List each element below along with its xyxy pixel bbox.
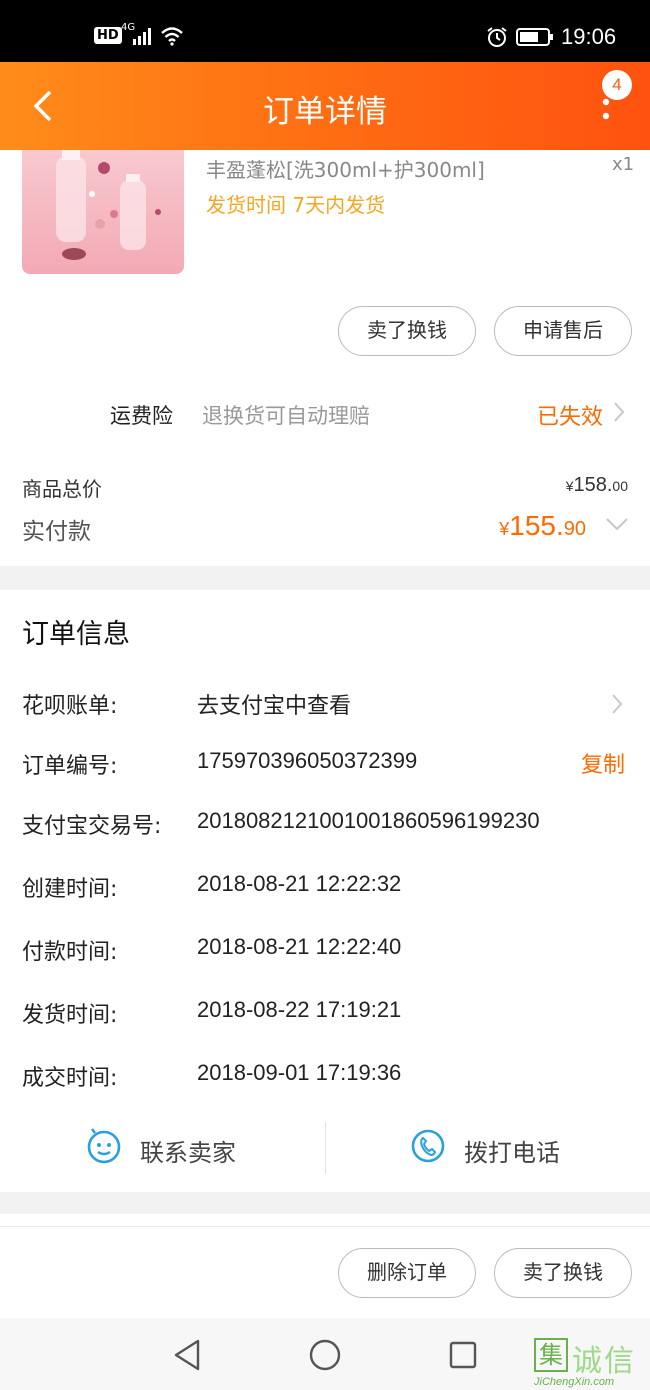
- paid-amount-int: 155.: [509, 510, 564, 541]
- info-value: 2018-08-22 17:19:21: [197, 997, 402, 1022]
- call-phone-button[interactable]: 拨打电话: [410, 1122, 610, 1174]
- paid-amount-dec: 90: [563, 518, 586, 540]
- watermark-url: JiChengXin.com: [534, 1376, 615, 1388]
- delete-order-button[interactable]: 删除订单: [338, 1248, 476, 1298]
- total-price-int: 158.: [573, 474, 613, 496]
- page-title: 订单详情: [263, 94, 387, 130]
- info-key: 创建时间:: [22, 877, 118, 902]
- info-value: 2018-09-01 17:19:36: [197, 1060, 402, 1085]
- watermark-logo: 集 诚信 JiChengXin.com: [534, 1336, 650, 1390]
- currency-symbol: ¥: [499, 519, 510, 539]
- hd-indicator: HD: [94, 27, 122, 44]
- notification-badge: 4: [602, 70, 632, 100]
- info-key: 支付宝交易号:: [22, 814, 162, 839]
- copy-button[interactable]: 复制: [581, 747, 625, 779]
- shipping-insurance-label: 运费险: [110, 404, 173, 428]
- total-price-label: 商品总价: [22, 477, 102, 501]
- info-row-alipay-trade-no: 支付宝交易号: 2018082121001001860596199230: [0, 808, 650, 848]
- battery-icon: [516, 28, 553, 46]
- info-value: 2018082121001001860596199230: [197, 808, 540, 833]
- watermark-mark: 集: [534, 1338, 568, 1372]
- signal-icon: [133, 28, 151, 45]
- info-key: 付款时间:: [22, 940, 118, 965]
- info-value: 2018-08-21 12:22:32: [197, 871, 402, 896]
- total-price-dec: 00: [612, 478, 628, 494]
- shipping-time: 发货时间 7天内发货: [206, 193, 386, 217]
- chevron-right-icon[interactable]: [612, 400, 626, 424]
- product-quantity: x1: [612, 154, 635, 175]
- bottom-divider: [0, 1226, 650, 1227]
- section-divider: [0, 1192, 650, 1214]
- after-sales-button[interactable]: 申请售后: [494, 306, 632, 356]
- sell-for-cash-button-bottom[interactable]: 卖了换钱: [494, 1248, 632, 1298]
- divider: [325, 1122, 326, 1174]
- status-bar: HD 4G 19:06: [0, 0, 650, 62]
- product-illustration: [56, 150, 161, 260]
- info-row-completed: 成交时间: 2018-09-01 17:19:36: [0, 1060, 650, 1100]
- info-key: 花呗账单:: [22, 694, 118, 719]
- chevron-down-icon[interactable]: [604, 516, 630, 532]
- clock: 19:06: [561, 24, 617, 49]
- contact-seller-button[interactable]: 联系卖家: [86, 1122, 286, 1174]
- system-home-icon[interactable]: [308, 1338, 342, 1372]
- more-menu-icon[interactable]: [596, 96, 616, 126]
- contact-seller-label: 联系卖家: [140, 1139, 236, 1167]
- paid-amount-label: 实付款: [22, 519, 91, 545]
- info-row-order-number: 订单编号: 175970396050372399 复制: [0, 748, 650, 788]
- system-back-icon[interactable]: [172, 1338, 202, 1372]
- chevron-right-icon[interactable]: [610, 692, 624, 716]
- total-price-value: ¥158.00: [566, 474, 628, 497]
- phone-icon: [411, 1129, 445, 1163]
- product-image[interactable]: [22, 150, 184, 274]
- info-value: 去支付宝中查看: [197, 694, 352, 719]
- info-row-paid: 付款时间: 2018-08-21 12:22:40: [0, 934, 650, 974]
- section-divider: [0, 566, 650, 590]
- info-key: 订单编号:: [22, 754, 118, 779]
- navigation-bar: 订单详情 4: [0, 62, 650, 150]
- watermark-text: 诚信: [572, 1344, 636, 1379]
- alarm-icon: [487, 27, 507, 47]
- chat-face-icon: [87, 1128, 121, 1164]
- info-row-created: 创建时间: 2018-08-21 12:22:32: [0, 871, 650, 911]
- wifi-icon: [161, 27, 183, 46]
- call-phone-label: 拨打电话: [464, 1139, 560, 1167]
- shipping-insurance-desc: 退换货可自动理赔: [202, 404, 370, 428]
- info-key: 发货时间:: [22, 1003, 118, 1028]
- system-recent-apps-icon[interactable]: [448, 1340, 478, 1370]
- info-value: 2018-08-21 12:22:40: [197, 934, 402, 959]
- info-row-huabei[interactable]: 花呗账单: 去支付宝中查看: [0, 688, 650, 728]
- info-key: 成交时间:: [22, 1066, 118, 1091]
- order-info-title: 订单信息: [22, 619, 130, 650]
- sell-for-cash-button[interactable]: 卖了换钱: [338, 306, 476, 356]
- product-name[interactable]: 丰盈蓬松[洗300ml+护300ml]: [206, 154, 485, 183]
- info-row-shipped: 发货时间: 2018-08-22 17:19:21: [0, 997, 650, 1037]
- info-value: 175970396050372399: [197, 748, 418, 773]
- shipping-insurance-status[interactable]: 已失效: [537, 399, 603, 431]
- paid-amount-value: ¥155.90: [499, 510, 586, 542]
